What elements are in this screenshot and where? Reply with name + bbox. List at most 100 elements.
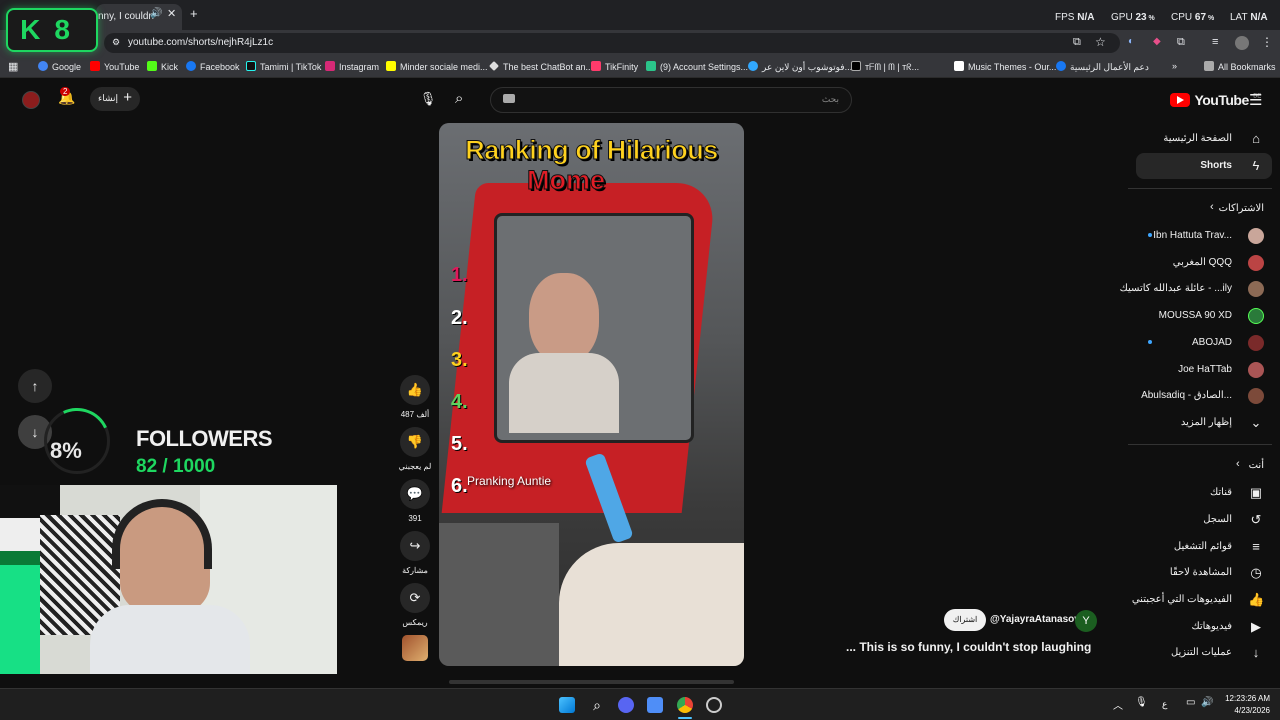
clock-date[interactable]: 4/23/2026 bbox=[1222, 706, 1270, 715]
sidebar-item-subscription[interactable]: Abulsadiq - الصادق... bbox=[1141, 390, 1232, 401]
all-bookmarks[interactable]: All Bookmarks bbox=[1204, 61, 1276, 72]
chevron-up-icon[interactable]: ︿ bbox=[1113, 697, 1123, 712]
home-icon[interactable]: ⌂ bbox=[1248, 131, 1264, 147]
discord-icon[interactable] bbox=[618, 697, 634, 713]
video-icon[interactable]: ▶ bbox=[1248, 619, 1264, 635]
download-icon[interactable]: ↓ bbox=[1248, 645, 1264, 661]
thumbs-up-icon[interactable]: 👍 bbox=[1248, 592, 1264, 608]
network-icon[interactable]: ▭ bbox=[1186, 697, 1195, 708]
sidebar-item-downloads[interactable]: عمليات التنزيل bbox=[1171, 647, 1232, 658]
sidebar-item-history[interactable]: السجل bbox=[1203, 514, 1232, 525]
bookmark[interactable]: Minder sociale medi... bbox=[386, 61, 488, 72]
search-icon[interactable]: ⌕ bbox=[589, 697, 605, 713]
k8-logo: K8 bbox=[6, 8, 98, 52]
channel-handle[interactable]: @YajayraAtanasov bbox=[990, 614, 1080, 625]
active-app-indicator bbox=[678, 717, 692, 719]
bookmark[interactable]: Instagram bbox=[325, 61, 379, 72]
site-info-icon[interactable]: ⚙ bbox=[112, 37, 120, 48]
dislike-button[interactable]: 👎 bbox=[400, 427, 430, 457]
history-icon[interactable]: ↺ bbox=[1248, 512, 1264, 528]
subscribe-button[interactable]: اشتراك bbox=[944, 609, 986, 631]
bookmark-star-icon[interactable]: ☆ bbox=[1095, 35, 1106, 49]
bookmark[interactable]: Facebook bbox=[186, 61, 240, 72]
you-heading[interactable]: أنت bbox=[1249, 460, 1264, 471]
audio-icon[interactable]: 🔊 bbox=[150, 8, 162, 19]
notifications-button[interactable]: 🔔 2 bbox=[58, 87, 78, 109]
extension-icon[interactable]: ◐ bbox=[1128, 36, 1134, 47]
channel-avatar[interactable]: Y bbox=[1075, 610, 1097, 632]
bookmark[interactable]: Music Themes - Our... bbox=[954, 61, 1056, 72]
sidebar-item-watch-later[interactable]: المشاهدة لاحقًا bbox=[1170, 567, 1232, 578]
bookmark[interactable]: Kick bbox=[147, 61, 178, 72]
like-button[interactable]: 👍 bbox=[400, 375, 430, 405]
clock-icon[interactable]: ◷ bbox=[1248, 565, 1264, 581]
sidebar-item-subscription[interactable]: Joe HaTTab bbox=[1178, 364, 1232, 375]
clock-time[interactable]: 12:23:26 AM bbox=[1222, 694, 1270, 703]
bookmark[interactable]: Google bbox=[38, 61, 81, 72]
sidebar-item-your-videos[interactable]: فيديوهاتك bbox=[1191, 621, 1232, 632]
sidebar-item-subscription[interactable]: عائلة عبدالله كاتسيك - ...ily bbox=[1120, 283, 1232, 294]
bookmark[interactable]: The best ChatBot an... bbox=[489, 61, 593, 72]
url-field[interactable]: ⚙ youtube.com/shorts/nejhR4jLz1c bbox=[104, 33, 1120, 53]
playlists-icon[interactable]: ≡ bbox=[1248, 539, 1264, 555]
chevron-down-icon[interactable]: ⌄ bbox=[1248, 415, 1264, 431]
media-icon[interactable]: ≡ bbox=[1212, 36, 1218, 48]
avatar bbox=[1248, 308, 1264, 324]
audio-track-thumbnail[interactable] bbox=[402, 635, 428, 661]
avatar[interactable] bbox=[22, 91, 40, 109]
bookmark[interactable]: فوتوشوب أون لاين عر... bbox=[748, 61, 852, 73]
sidebar-item-subscription[interactable]: Ibn Hattuta Trav... bbox=[1153, 230, 1232, 241]
apps-icon[interactable]: ▦ bbox=[8, 60, 18, 73]
chevron-left-icon[interactable]: ‹ bbox=[1210, 201, 1214, 213]
short-video-player[interactable]: Ranking of Hilarious Mome 1. 2. 3. 4. 5.… bbox=[439, 123, 744, 666]
more-bookmarks-icon[interactable]: » bbox=[1172, 61, 1177, 71]
show-more-button[interactable]: إظهار المزيد bbox=[1181, 417, 1232, 428]
video-progress-bar[interactable] bbox=[449, 680, 734, 684]
rank6-caption: Pranking Auntie bbox=[467, 474, 552, 488]
menu-icon[interactable]: ⋮ bbox=[1261, 35, 1273, 49]
remix-button[interactable]: ⟳ bbox=[400, 583, 430, 613]
hamburger-menu-icon[interactable]: ☰ bbox=[1249, 91, 1262, 109]
puzzle-icon[interactable]: ⧉ bbox=[1177, 36, 1185, 49]
voice-search-button[interactable]: 🎙 bbox=[416, 87, 440, 111]
channel-icon[interactable]: ▣ bbox=[1248, 485, 1264, 501]
obs-icon[interactable] bbox=[706, 697, 722, 713]
start-icon[interactable] bbox=[559, 697, 575, 713]
microphone-icon: 🎙 bbox=[419, 91, 437, 106]
profile-icon[interactable] bbox=[1235, 36, 1249, 50]
close-tab-icon[interactable]: ✕ bbox=[167, 7, 176, 20]
microphone-icon[interactable]: 🎙 bbox=[1135, 697, 1148, 708]
sidebar-item-subscription[interactable]: MOUSSA 90 XD bbox=[1159, 310, 1232, 321]
keyboard-icon[interactable] bbox=[503, 94, 515, 103]
sidebar-item-liked-videos[interactable]: الفيديوهات التي أعجبتني bbox=[1132, 594, 1232, 605]
bookmark[interactable]: TikFinity bbox=[591, 61, 638, 72]
search-input[interactable]: ⌕ بحث bbox=[455, 87, 852, 113]
sidebar-item-playlists[interactable]: قوائم التشغيل bbox=[1174, 541, 1232, 552]
chrome-icon[interactable] bbox=[677, 697, 693, 713]
chevron-left-icon[interactable]: ‹ bbox=[1236, 458, 1240, 470]
sidebar-item-subscription[interactable]: ABOJAD bbox=[1192, 337, 1232, 348]
create-button[interactable]: إنشاء + bbox=[90, 87, 140, 111]
sidebar-item-your-channel[interactable]: قناتك bbox=[1210, 487, 1232, 498]
subscriptions-heading[interactable]: الاشتراكات bbox=[1219, 203, 1264, 214]
bookmark[interactable]: (9) Account Settings... bbox=[646, 61, 748, 72]
short-caption[interactable]: ... This is so funny, I couldn't stop la… bbox=[846, 640, 1091, 654]
volume-icon[interactable]: 🔊 bbox=[1201, 697, 1213, 708]
install-icon[interactable]: ⧉ bbox=[1073, 36, 1081, 49]
bookmark[interactable]: Tamimi | TikTok bbox=[246, 61, 321, 72]
youtube-logo[interactable]: YouTube BE bbox=[1170, 91, 1261, 108]
keyboard-language[interactable]: ع bbox=[1162, 699, 1167, 710]
share-button[interactable]: ↪ bbox=[400, 531, 430, 561]
x-icon bbox=[851, 61, 861, 71]
bookmark[interactable]: دعم الأعمال الرئيسية bbox=[1056, 61, 1149, 73]
search-icon[interactable]: ⌕ bbox=[455, 90, 463, 107]
sidebar-item-subscription[interactable]: المغربي QQQ bbox=[1173, 257, 1232, 268]
previous-short-button[interactable]: ↑ bbox=[18, 369, 52, 403]
new-tab-icon[interactable]: + bbox=[190, 6, 198, 21]
nav-home-label[interactable]: الصفحة الرئيسية bbox=[1163, 133, 1232, 144]
app-icon[interactable] bbox=[647, 697, 663, 713]
comments-button[interactable]: 💬 bbox=[400, 479, 430, 509]
bookmark[interactable]: ᴛᖴᗰ | ᗰ | ᴛᖇ... bbox=[851, 61, 919, 73]
bookmark[interactable]: YouTube bbox=[90, 61, 139, 72]
extension-icon[interactable]: ◆ bbox=[1153, 36, 1161, 47]
